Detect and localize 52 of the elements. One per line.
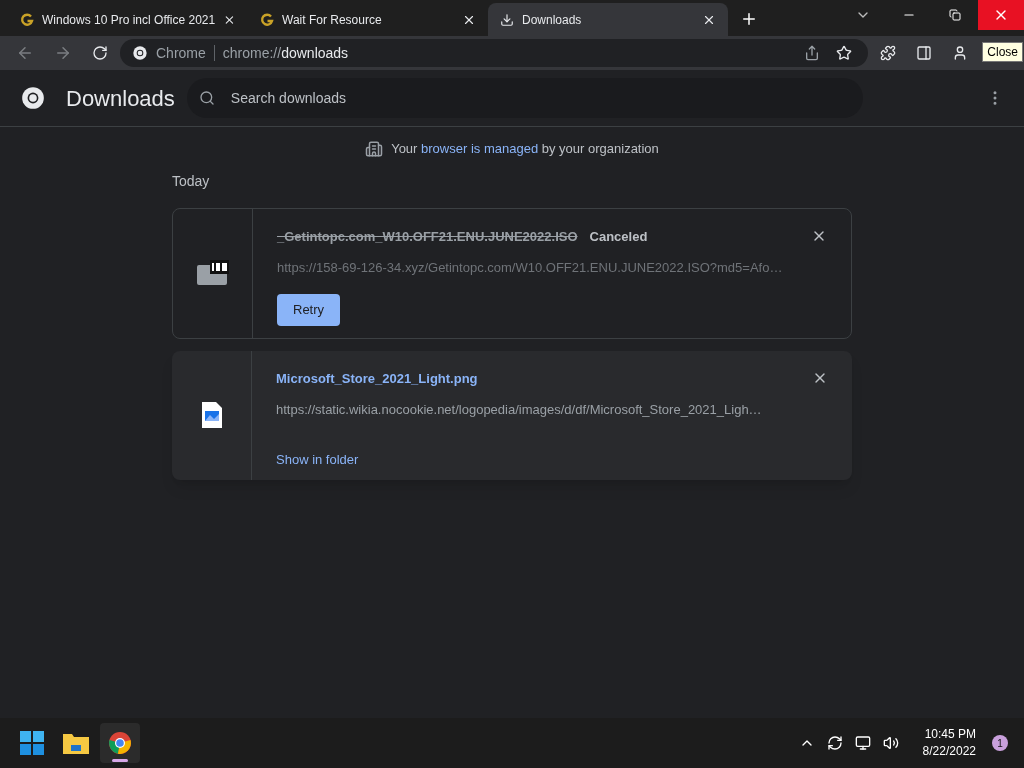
image-file-icon	[201, 402, 222, 428]
origin-label: Chrome	[156, 43, 206, 63]
notification-badge[interactable]: 1	[992, 735, 1008, 751]
clock-date: 8/22/2022	[922, 743, 976, 760]
folder-icon	[63, 732, 89, 754]
reload-icon[interactable]	[92, 45, 108, 61]
chrome-icon	[132, 45, 148, 61]
file-name: _Getintopc.com_W10.OFF21.ENU.JUNE2022.ISO	[277, 227, 578, 246]
managed-link[interactable]: browser is managed	[421, 141, 539, 156]
building-icon	[365, 139, 384, 158]
browser-tab[interactable]: Windows 10 Pro incl Office 2021	[8, 3, 248, 36]
site-favicon-icon	[260, 12, 274, 27]
profile-icon[interactable]	[952, 45, 968, 61]
new-tab-icon[interactable]	[740, 10, 758, 28]
tab-title: Downloads	[522, 11, 583, 29]
retry-button[interactable]: Retry	[277, 293, 341, 326]
browser-tab[interactable]: Downloads	[488, 3, 728, 36]
forward-icon[interactable]	[54, 44, 72, 62]
tab-title: Wait For Resource	[282, 11, 383, 29]
bookmark-star-icon[interactable]	[836, 45, 852, 61]
volume-icon[interactable]	[882, 735, 899, 751]
browser-tab[interactable]: Wait For Resource	[248, 3, 488, 36]
windows-logo-icon	[20, 731, 44, 755]
extensions-icon[interactable]	[880, 45, 896, 61]
download-status: Canceled	[589, 227, 648, 246]
sync-icon[interactable]	[826, 735, 843, 751]
network-icon[interactable]	[854, 735, 871, 751]
url-text: chrome://downloads	[222, 43, 349, 63]
managed-notice: Your browser is managed by your organization	[391, 140, 659, 158]
restore-icon[interactable]	[949, 9, 961, 21]
active-indicator	[112, 759, 128, 762]
share-icon[interactable]	[804, 45, 820, 61]
site-favicon-icon	[20, 12, 34, 27]
download-icon	[500, 12, 514, 27]
file-url[interactable]: https://static.wikia.nocookie.net/logopedia/images/d/df/Microsoft_Store_2021_Ligh…	[276, 400, 828, 420]
section-heading: Today	[172, 171, 211, 191]
back-icon[interactable]	[16, 44, 34, 62]
address-bar[interactable]: Chrome chrome://downloads	[120, 39, 868, 67]
side-panel-icon[interactable]	[916, 45, 932, 61]
chrome-icon	[108, 731, 132, 755]
search-field[interactable]: Search downloads	[186, 78, 863, 118]
disc-image-file-icon	[196, 260, 229, 286]
chrome-logo-icon	[20, 85, 46, 111]
search-icon	[198, 90, 215, 106]
page-title: Downloads	[66, 84, 175, 113]
tab-title: Windows 10 Pro incl Office 2021	[42, 11, 216, 29]
clock[interactable]: 10:45 PM 8/22/2022	[914, 726, 984, 760]
file-name[interactable]: Microsoft_Store_2021_Light.png	[276, 368, 478, 388]
clock-time: 10:45 PM	[924, 726, 976, 743]
tooltip: Close	[982, 42, 1023, 62]
taskbar-app[interactable]	[100, 723, 140, 763]
show-in-folder-link[interactable]: Show in folder	[276, 449, 359, 470]
